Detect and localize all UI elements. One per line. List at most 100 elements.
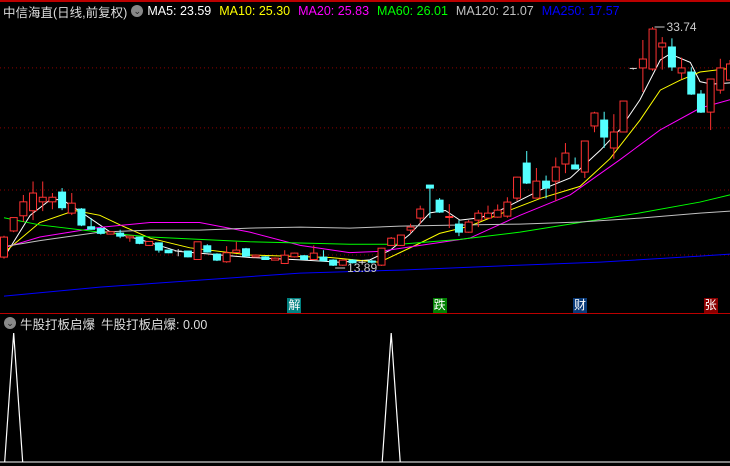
indicator-value: 牛股打板启爆: 0.00	[101, 317, 208, 332]
candle-body	[445, 216, 454, 219]
candle	[716, 58, 725, 94]
candle-body	[619, 100, 628, 133]
candle	[406, 223, 415, 234]
ma-legend-item: MA250: 17.57	[541, 4, 620, 18]
candle	[561, 143, 570, 174]
candle-body	[183, 250, 192, 258]
candle	[261, 256, 270, 260]
candle-body	[77, 208, 86, 226]
candle	[319, 250, 328, 262]
candle-body	[503, 201, 512, 217]
candle-body	[726, 63, 730, 81]
signal-marker: 跌	[432, 298, 447, 313]
candle	[183, 250, 192, 258]
candle	[677, 57, 686, 80]
candle	[667, 38, 676, 71]
candle-body	[435, 199, 444, 213]
candle-body	[484, 212, 492, 219]
candle-body	[561, 152, 570, 165]
candle-body	[522, 162, 531, 184]
candle	[387, 236, 396, 247]
candle	[484, 205, 492, 219]
candle-body	[425, 184, 434, 189]
candle	[445, 204, 454, 229]
ma-legend: MA5: 23.59 MA10: 25.30 MA20: 25.83 MA60: 26…	[147, 4, 627, 18]
candle	[609, 114, 618, 159]
candle-body	[116, 232, 125, 237]
chevron-down-circle-icon[interactable]: ⌄	[131, 5, 144, 17]
candle	[290, 252, 299, 258]
candle	[145, 240, 154, 247]
candle-body	[677, 67, 686, 74]
candle	[513, 176, 522, 201]
candle	[454, 220, 463, 237]
candle	[580, 140, 589, 178]
ma-legend-item: MA5: 23.59	[147, 4, 212, 18]
candle-body	[590, 112, 599, 127]
ma-legend-item: MA20: 25.83	[298, 4, 370, 18]
signal-marker: 解	[287, 298, 302, 313]
candle	[29, 181, 38, 221]
candle	[193, 241, 202, 260]
indicator-spike	[381, 332, 401, 463]
candle	[203, 244, 212, 253]
candle	[125, 235, 134, 242]
candle	[154, 242, 163, 253]
candle-body	[164, 249, 173, 254]
candle-body	[580, 140, 589, 173]
candle	[77, 208, 86, 227]
candle	[222, 246, 231, 263]
candle	[706, 78, 715, 131]
indicator-name: 牛股打板启爆	[20, 317, 96, 332]
candle	[377, 247, 386, 266]
candle-body	[145, 240, 154, 246]
candle	[648, 27, 657, 71]
ma-legend-item: MA10: 25.30	[219, 4, 291, 18]
indicator-header: ⌄ 牛股打板启爆 牛股打板启爆: 0.00	[0, 315, 208, 332]
candle	[338, 259, 347, 266]
price-chart[interactable]: 33.74 13.89	[0, 20, 730, 313]
candle	[503, 197, 512, 218]
candle	[629, 67, 637, 70]
stock-title: 中信海直(日线,前复权)	[3, 5, 128, 20]
candle	[493, 204, 502, 218]
candle-body	[513, 176, 522, 199]
candle-body	[716, 67, 725, 91]
candle-body	[542, 180, 551, 189]
candle-body	[387, 237, 396, 246]
candle-body	[571, 164, 580, 170]
candle	[726, 59, 730, 81]
candle	[464, 220, 473, 233]
candle	[96, 227, 105, 235]
candle-body	[271, 257, 280, 261]
signal-marker: 财	[572, 298, 587, 313]
candle	[687, 67, 696, 95]
price-annotation: 13.89	[347, 261, 377, 275]
candle-body	[87, 226, 96, 230]
candle-body	[135, 236, 144, 244]
candle-body	[106, 231, 115, 235]
candle-body	[551, 166, 560, 182]
candle-body	[154, 242, 163, 251]
candle-body	[658, 42, 667, 48]
candle-body	[290, 252, 299, 258]
candle-body	[600, 119, 609, 138]
candle-body	[38, 196, 47, 203]
candle-body	[474, 212, 483, 221]
candle-body	[696, 93, 705, 113]
candle	[67, 193, 76, 216]
candle-body	[406, 226, 415, 231]
candle-body	[396, 234, 405, 246]
candle-body	[193, 241, 202, 260]
candle-body	[493, 209, 502, 218]
candle	[329, 259, 338, 266]
candle-body	[203, 245, 212, 253]
candle-body	[29, 192, 38, 212]
candle-body	[251, 254, 260, 258]
candle-body	[58, 191, 67, 209]
chart-header: 中信海直(日线,前复权) ⌄ MA5: 23.59 MA10: 25.30 MA20…	[0, 0, 730, 20]
ma-legend-item: MA60: 26.01	[377, 4, 448, 18]
candle	[87, 218, 96, 230]
candle-body	[9, 217, 18, 232]
chevron-down-circle-icon[interactable]: ⌄	[4, 317, 16, 329]
